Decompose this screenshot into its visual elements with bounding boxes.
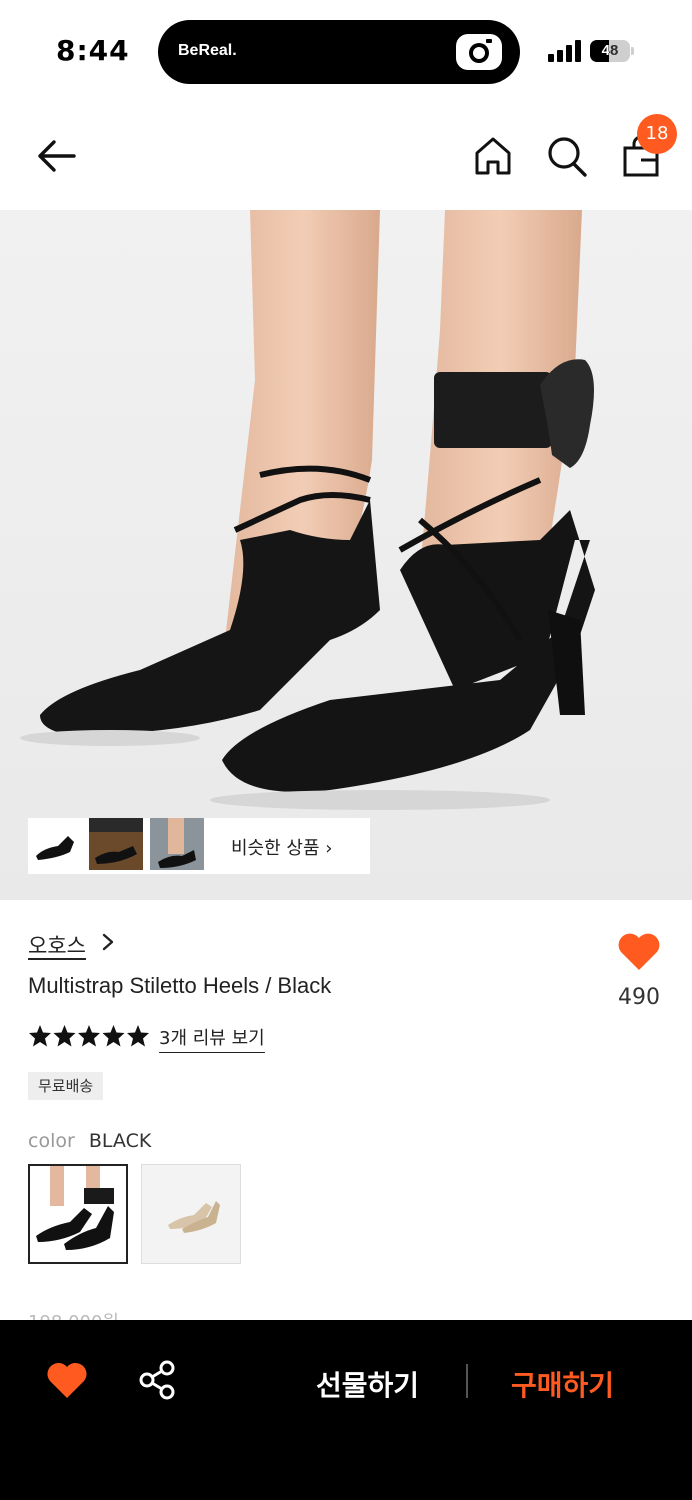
back-icon[interactable]: [34, 136, 78, 176]
similar-products-label: 비슷한 상품 ›: [231, 838, 333, 859]
free-shipping-badge: 무료배송: [28, 1072, 104, 1100]
status-bar: 8:44 BeReal. 48: [0, 0, 692, 100]
star-icon: [127, 1025, 149, 1047]
product-title: Multistrap Stiletto Heels / Black: [28, 973, 332, 998]
swatch-image-beige: [168, 1201, 220, 1233]
status-time: 8:44: [56, 34, 130, 67]
rating-stars: [29, 1025, 149, 1047]
signal-icon: [548, 40, 581, 62]
color-value: BLACK: [88, 1130, 152, 1152]
like-count: 490: [618, 985, 660, 1010]
share-icon[interactable]: [138, 1360, 176, 1400]
product-photo: [0, 210, 692, 900]
color-row: color BLACK: [28, 1130, 151, 1152]
product-image[interactable]: 비슷한 상품 ›: [0, 210, 692, 900]
star-icon: [78, 1025, 100, 1047]
search-icon[interactable]: [546, 134, 588, 178]
heart-icon[interactable]: [616, 930, 662, 972]
star-icon: [102, 1025, 125, 1047]
color-swatch-black[interactable]: [28, 1164, 128, 1264]
buy-button[interactable]: 구매하기: [511, 1364, 614, 1404]
battery-indicator: 48: [590, 40, 634, 62]
review-link[interactable]: 3개 리뷰 보기: [159, 1024, 265, 1053]
star-icon: [53, 1025, 76, 1047]
camera-icon: [456, 34, 502, 70]
similar-products-button[interactable]: 비슷한 상품 ›: [28, 818, 370, 874]
chevron-right-icon: [102, 933, 114, 951]
star-icon: [29, 1025, 51, 1047]
brand-link[interactable]: 오호스: [28, 930, 86, 960]
similar-thumb-1: [28, 818, 82, 870]
home-icon[interactable]: [474, 136, 512, 176]
heart-icon[interactable]: [46, 1360, 88, 1400]
gift-button[interactable]: 선물하기: [316, 1364, 419, 1404]
dynamic-island[interactable]: BeReal.: [158, 20, 520, 84]
cart-count-badge: 18: [637, 114, 677, 154]
bottom-action-bar: 선물하기 구매하기: [0, 1320, 692, 1500]
swatch-image-black: [36, 1166, 114, 1250]
island-app-label: BeReal.: [178, 42, 237, 59]
similar-thumb-2: [89, 818, 143, 870]
divider: [466, 1364, 468, 1398]
top-nav: 18: [0, 100, 692, 210]
similar-thumb-3: [150, 818, 204, 870]
color-label: color: [28, 1130, 75, 1152]
color-swatch-beige[interactable]: [141, 1164, 241, 1264]
battery-level: 48: [601, 42, 619, 59]
